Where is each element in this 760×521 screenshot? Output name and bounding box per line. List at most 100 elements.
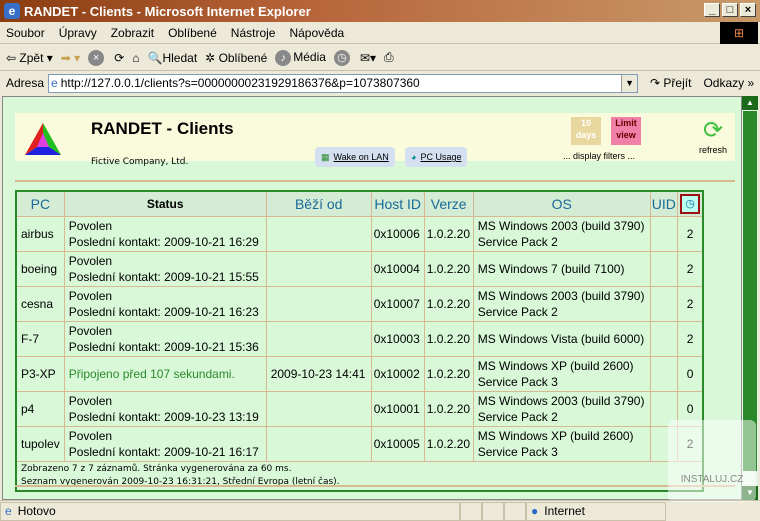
table-row[interactable]: boeing Povolen Poslední kontakt: 2009-10-2… — [15, 250, 704, 287]
menu-upravy[interactable]: Úpravy — [59, 26, 97, 40]
col-uid[interactable]: UID — [649, 190, 678, 217]
uid — [649, 285, 678, 322]
os-cell: MS Windows 2003 (build 3790) Service Pack… — [472, 215, 651, 252]
close-button[interactable]: × — [740, 3, 756, 17]
table-row[interactable]: P3-XP Připojeno před 107 sekundami. 2009-1… — [15, 355, 704, 392]
scroll-up-button[interactable]: ▲ — [742, 96, 758, 110]
last-contact: Poslední kontakt: 2009-10-21 16:23 — [68, 304, 259, 319]
status-state: Povolen — [68, 323, 113, 338]
globe-icon: ● — [531, 504, 539, 518]
running-since — [265, 320, 372, 357]
os-name: MS Windows 2003 (build 3790) — [477, 288, 645, 303]
maximize-button[interactable]: □ — [722, 3, 738, 17]
pc-name[interactable]: cesna — [15, 285, 65, 322]
limit-view-filter-button[interactable]: Limit view — [611, 117, 641, 145]
media-button[interactable]: ♪ Média — [275, 49, 326, 66]
running-since — [265, 285, 372, 322]
col-clock[interactable]: ◷ — [676, 190, 704, 217]
menu-napoveda[interactable]: Nápověda — [289, 26, 344, 40]
col-since[interactable]: Běží od — [265, 190, 372, 217]
usage-icon: ◕ — [411, 152, 417, 162]
table-row[interactable]: p4 Povolen Poslední kontakt: 2009-10-23 13… — [15, 390, 704, 427]
filters-label: ... display filters ... — [563, 151, 636, 161]
running-since — [265, 390, 372, 427]
page-icon: e — [51, 76, 58, 90]
page-header: RANDET - Clients Fictive Company, Ltd. ▦… — [15, 113, 735, 167]
pc-name[interactable]: p4 — [15, 390, 65, 427]
uid — [649, 355, 678, 392]
table-row[interactable]: cesna Povolen Poslední kontakt: 2009-10-21… — [15, 285, 704, 322]
days-filter-button[interactable]: 10 days — [571, 117, 601, 145]
table-row[interactable]: F-7 Povolen Poslední kontakt: 2009-10-21 1… — [15, 320, 704, 357]
favorites-button[interactable]: ✲ Oblíbené — [205, 51, 267, 65]
pc-name[interactable]: boeing — [15, 250, 65, 287]
status-cell: Povolen Poslední kontakt: 2009-10-21 16:1… — [63, 425, 267, 462]
scroll-thumb[interactable] — [743, 111, 757, 471]
search-icon: 🔍 — [147, 50, 163, 65]
menu-soubor[interactable]: Soubor — [6, 26, 45, 40]
search-button[interactable]: 🔍Hledat — [148, 51, 198, 65]
company-name: Fictive Company, Ltd. — [91, 157, 189, 167]
pc-name[interactable]: P3-XP — [15, 355, 65, 392]
table-row[interactable]: tupolev Povolen Poslední kontakt: 2009-10-… — [15, 425, 704, 462]
version: 1.0.2.20 — [423, 390, 474, 427]
last-contact: Poslední kontakt: 2009-10-21 16:17 — [68, 444, 259, 459]
last-contact: Poslední kontakt: 2009-10-21 15:36 — [68, 339, 259, 354]
table-row[interactable]: airbus Povolen Poslední kontakt: 2009-10-2… — [15, 215, 704, 252]
status-cell: Povolen Poslední kontakt: 2009-10-21 16:2… — [63, 285, 267, 322]
wake-on-lan-link[interactable]: ▦ Wake on LAN — [315, 147, 395, 167]
menu-oblibene[interactable]: Oblíbené — [168, 26, 217, 40]
os-cell: MS Windows XP (build 2600) Service Pack 3 — [472, 355, 651, 392]
refresh-button[interactable]: ⟳ refresh — [699, 117, 727, 155]
count: 2 — [676, 215, 704, 252]
links-button[interactable]: Odkazy » — [703, 76, 754, 90]
randet-logo — [25, 123, 61, 155]
pc-name[interactable]: tupolev — [15, 425, 65, 462]
back-arrow-icon: ⇦ — [6, 50, 17, 65]
go-button[interactable]: ↷ Přejít — [650, 76, 691, 90]
clock-icon: ◷ — [680, 193, 701, 214]
status-state: Povolen — [68, 393, 113, 408]
print-icon[interactable]: ⎙ — [384, 50, 394, 65]
menu-zobrazit[interactable]: Zobrazit — [111, 26, 154, 40]
minimize-button[interactable]: _ — [704, 3, 720, 17]
media-icon: ♪ — [275, 49, 292, 66]
pc-name[interactable]: F-7 — [15, 320, 65, 357]
ie-page-icon: e — [5, 504, 12, 518]
host-id: 0x10004 — [370, 250, 425, 287]
version: 1.0.2.20 — [423, 215, 474, 252]
col-pc[interactable]: PC — [15, 190, 65, 217]
records-info: Zobrazeno 7 z 7 záznamů. Stránka vygener… — [21, 463, 292, 474]
status-cell: Povolen Poslední kontakt: 2009-10-23 13:1… — [63, 390, 267, 427]
stop-icon[interactable]: × — [88, 49, 105, 66]
status-cell — [504, 501, 526, 521]
pc-name[interactable]: airbus — [15, 215, 65, 252]
refresh-icon[interactable]: ⟳ — [114, 51, 124, 65]
back-button[interactable]: ⇦ Zpět ▾ — [6, 51, 53, 65]
last-contact: Poslední kontakt: 2009-10-21 15:55 — [68, 269, 259, 284]
pc-usage-link[interactable]: ◕ PC Usage — [405, 147, 468, 167]
service-pack: Service Pack 3 — [477, 374, 558, 389]
address-dropdown[interactable]: ▼ — [621, 74, 638, 92]
mail-icon[interactable]: ✉▾ — [360, 51, 376, 65]
address-input[interactable]: e http://127.0.0.1/clients?s=000000002319… — [48, 73, 639, 93]
menu-bar: Soubor Úpravy Zobrazit Oblíbené Nástroje… — [0, 22, 760, 44]
host-id: 0x10003 — [370, 320, 425, 357]
col-status[interactable]: Status — [63, 190, 267, 217]
status-state: Povolen — [68, 288, 113, 303]
status-cell — [460, 501, 482, 521]
forward-button[interactable]: ➡ ▾ — [61, 51, 80, 65]
status-text-cell: e Hotovo — [0, 501, 460, 521]
host-id: 0x10006 — [370, 215, 425, 252]
home-icon[interactable]: ⌂ — [132, 51, 139, 65]
col-version[interactable]: Verze — [423, 190, 474, 217]
col-os[interactable]: OS — [472, 190, 651, 217]
status-cell: Povolen Poslední kontakt: 2009-10-21 16:2… — [63, 215, 267, 252]
menu-nastroje[interactable]: Nástroje — [231, 26, 276, 40]
page-title: RANDET - Clients — [91, 119, 234, 138]
os-name: MS Windows 2003 (build 3790) — [477, 218, 645, 233]
history-icon[interactable]: ◷ — [333, 49, 350, 66]
os-name: MS Windows Vista (build 6000) — [477, 331, 645, 346]
col-host-id[interactable]: Host ID — [370, 190, 425, 217]
version: 1.0.2.20 — [423, 285, 474, 322]
